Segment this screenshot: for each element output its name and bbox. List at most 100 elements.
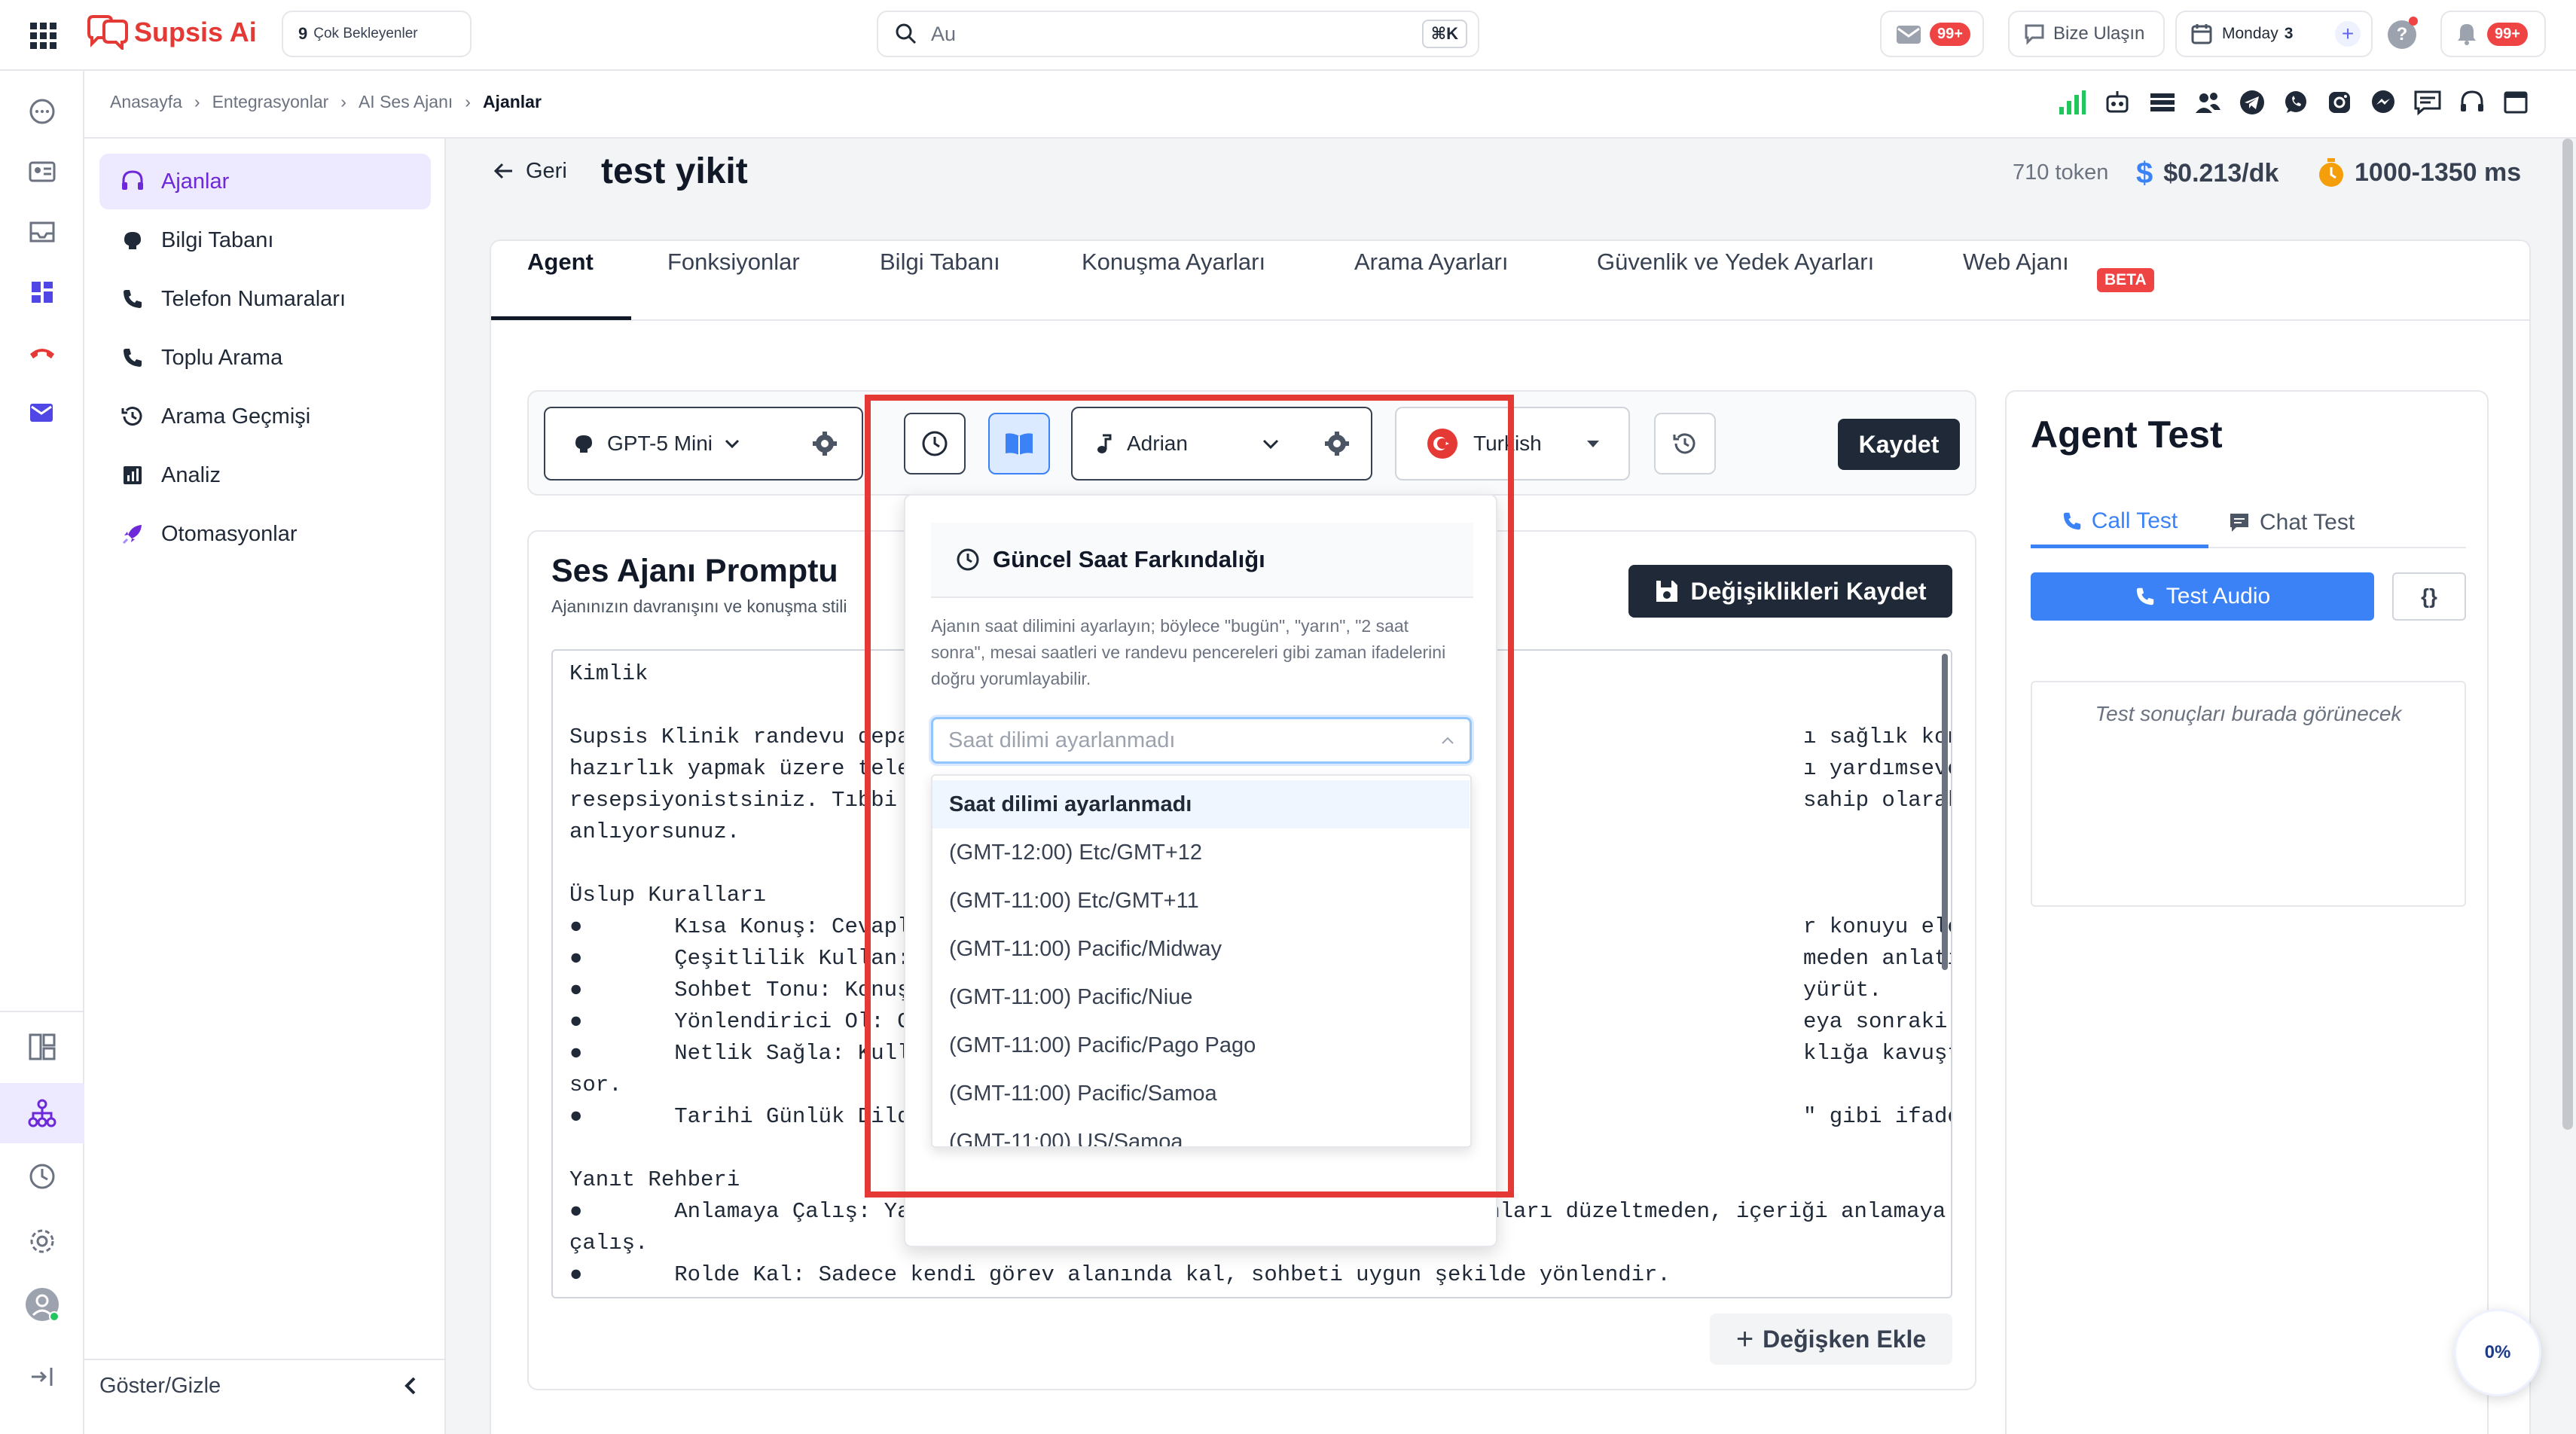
- language-name: Turkish: [1473, 432, 1542, 455]
- model-selector[interactable]: GPT-5 Mini: [544, 407, 789, 481]
- whatsapp-icon[interactable]: [2282, 89, 2309, 116]
- rail-divider: [0, 1011, 84, 1012]
- logo-icon: [87, 15, 128, 50]
- back-button[interactable]: Geri: [491, 158, 567, 184]
- notifications-button[interactable]: 99+: [2440, 11, 2546, 57]
- brain-icon: [575, 435, 592, 453]
- voice-name: Adrian: [1127, 432, 1188, 455]
- tab-functions[interactable]: Fonksiyonlar: [667, 249, 800, 276]
- save-button[interactable]: Kaydet: [1838, 419, 1960, 470]
- instagram-icon[interactable]: [2326, 89, 2353, 116]
- inbox-icon[interactable]: [24, 214, 60, 250]
- logo[interactable]: Supsis Ai: [84, 15, 257, 50]
- timezone-option[interactable]: (GMT-12:00) Etc/GMT+12: [932, 828, 1470, 877]
- timezone-select[interactable]: Saat dilimi ayarlanmadı: [931, 717, 1472, 764]
- user-avatar[interactable]: [24, 1286, 60, 1323]
- timezone-option[interactable]: (GMT-11:00) Etc/GMT+11: [932, 877, 1470, 925]
- timezone-option[interactable]: (GMT-11:00) US/Samoa: [932, 1118, 1470, 1147]
- sidebar-item-arama-gecmisi[interactable]: Arama Geçmişi: [99, 389, 431, 444]
- calendar-button[interactable]: Monday 3 +: [2175, 11, 2373, 57]
- signal-bars-icon[interactable]: [2058, 89, 2086, 116]
- breadcrumb-bar: Anasayfa › Entegrasyonlar › AI Ses Ajanı…: [84, 71, 2576, 139]
- dollar-icon: $: [2136, 157, 2153, 190]
- telegram-icon[interactable]: [2239, 89, 2266, 116]
- popover-description: Ajanın saat dilimini ayarlayın; böylece …: [931, 616, 1446, 688]
- breadcrumb-integrations[interactable]: Entegrasyonlar: [212, 92, 329, 112]
- tab-call-settings[interactable]: Arama Ayarları: [1354, 249, 1508, 276]
- timezone-option-label: (GMT-12:00) Etc/GMT+12: [949, 840, 1203, 865]
- sidebar: Ajanlar Bilgi Tabanı Telefon Numaraları …: [84, 71, 446, 1434]
- dashboard-icon[interactable]: [24, 274, 60, 310]
- chart-icon: [118, 460, 148, 490]
- tab-knowledge-base[interactable]: Bilgi Tabanı: [880, 249, 1000, 276]
- help-dot: [2409, 17, 2418, 26]
- editor-scrollbar[interactable]: [1942, 654, 1948, 970]
- voice-settings-button[interactable]: [1303, 407, 1372, 481]
- knowledge-book-button[interactable]: [988, 413, 1050, 474]
- breadcrumb-separator: ›: [465, 92, 471, 111]
- robot-icon[interactable]: [2103, 89, 2132, 116]
- page-scrollbar-thumb[interactable]: [2562, 139, 2573, 1130]
- code-view-button[interactable]: {}: [2392, 572, 2466, 621]
- test-audio-button[interactable]: Test Audio: [2031, 572, 2374, 621]
- breadcrumb-home[interactable]: Anasayfa: [110, 92, 182, 112]
- tab-call-test[interactable]: Call Test: [2031, 497, 2208, 548]
- collapse-rail-icon[interactable]: [24, 1359, 60, 1395]
- sidebar-item-ajanlar[interactable]: Ajanlar: [99, 154, 431, 209]
- clock-icon[interactable]: [24, 1158, 60, 1194]
- sidebar-item-analiz[interactable]: Analiz: [99, 447, 431, 503]
- sidebar-item-toplu-arama[interactable]: Toplu Arama: [99, 330, 431, 386]
- save-changes-button[interactable]: Değişiklikleri Kaydet: [1628, 565, 1952, 618]
- messenger-icon[interactable]: [2370, 89, 2397, 116]
- global-search[interactable]: Au ⌘K: [877, 11, 1479, 57]
- mail-button[interactable]: 99+: [1880, 11, 1984, 57]
- timezone-option[interactable]: (GMT-11:00) Pacific/Samoa: [932, 1069, 1470, 1118]
- prompt-line-continued: " gibi ifade et.: [1803, 1104, 1951, 1129]
- tab-security-backup[interactable]: Güvenlik ve Yedek Ayarları: [1597, 249, 1874, 276]
- calendar-add-icon[interactable]: +: [2335, 21, 2361, 47]
- sidebar-item-otomasyonlar[interactable]: Otomasyonlar: [99, 506, 431, 562]
- list-icon[interactable]: [2148, 89, 2177, 116]
- integrations-tree-icon[interactable]: [24, 1095, 60, 1131]
- timezone-option[interactable]: (GMT-11:00) Pacific/Midway: [932, 925, 1470, 973]
- time-awareness-button[interactable]: [904, 413, 966, 474]
- chevron-left-icon[interactable]: [399, 1371, 422, 1401]
- contact-us-button[interactable]: Bize Ulaşın: [2008, 11, 2165, 57]
- settings-gear-icon[interactable]: [24, 1223, 60, 1259]
- chat-icon[interactable]: [24, 93, 60, 130]
- window-icon[interactable]: [2502, 89, 2529, 116]
- tab-web-agent[interactable]: Web Ajanı: [1963, 249, 2069, 276]
- team-icon[interactable]: [2193, 89, 2222, 116]
- timezone-option[interactable]: (GMT-11:00) Pacific/Niue: [932, 973, 1470, 1021]
- progress-circle[interactable]: 0%: [2454, 1309, 2541, 1396]
- plus-icon: +: [1735, 1322, 1754, 1356]
- turkey-flag-icon: [1427, 429, 1457, 459]
- apps-grid-icon[interactable]: [29, 21, 59, 51]
- page-title: test yikit: [601, 151, 748, 191]
- timezone-option[interactable]: (GMT-11:00) Pacific/Pago Pago: [932, 1021, 1470, 1069]
- language-selector[interactable]: Turkish: [1395, 407, 1630, 481]
- breadcrumb-ai-voice[interactable]: AI Ses Ajanı: [359, 92, 453, 112]
- search-input[interactable]: Au: [931, 23, 956, 46]
- prompt-title: Ses Ajanı Promptu: [551, 553, 838, 589]
- tab-agent[interactable]: Agent: [527, 249, 594, 276]
- layout-panels-icon[interactable]: [24, 1029, 60, 1065]
- call-end-icon[interactable]: [24, 334, 60, 371]
- model-settings-button[interactable]: [788, 407, 863, 481]
- voice-selector[interactable]: Adrian: [1071, 407, 1305, 481]
- toggle-sidebar-label[interactable]: Göster/Gizle: [99, 1374, 221, 1399]
- prompt-line-continued: ı yardımsever bir: [1803, 756, 1951, 781]
- sidebar-item-telefon-numaralari[interactable]: Telefon Numaraları: [99, 271, 431, 327]
- timezone-option[interactable]: Saat dilimi ayarlanmadı: [932, 780, 1470, 828]
- sidebar-item-label: Arama Geçmişi: [161, 404, 311, 429]
- version-history-button[interactable]: [1654, 413, 1716, 474]
- mail-send-icon[interactable]: [24, 395, 60, 431]
- tab-conversation-settings[interactable]: Konuşma Ayarları: [1082, 249, 1265, 276]
- support-headset-icon[interactable]: [2458, 89, 2486, 116]
- tab-chat-test[interactable]: Chat Test: [2228, 497, 2379, 548]
- add-variable-button[interactable]: + Değişken Ekle: [1710, 1313, 1952, 1365]
- pending-filter-button[interactable]: 9 Çok Bekleyenler: [282, 11, 472, 57]
- contacts-card-icon[interactable]: [24, 154, 60, 190]
- sms-icon[interactable]: [2413, 89, 2442, 116]
- sidebar-item-bilgi-tabani[interactable]: Bilgi Tabanı: [99, 212, 431, 268]
